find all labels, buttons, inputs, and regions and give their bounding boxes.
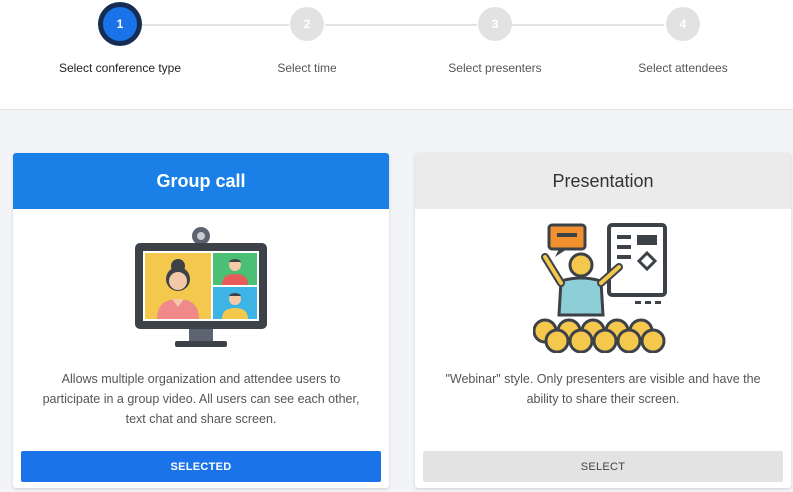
step-attendees[interactable]: 4 Select attendees — [603, 0, 763, 75]
step-label: Select conference type — [58, 61, 182, 75]
step-number: 2 — [290, 7, 324, 41]
card-title: Group call — [13, 153, 389, 209]
card-description: Allows multiple organization and attende… — [42, 372, 360, 426]
step-number: 1 — [103, 7, 137, 41]
presenter-icon — [532, 223, 673, 354]
stepper: 1 Select conference type 2 Select time 3… — [0, 0, 793, 110]
selected-button[interactable]: SELECTED — [21, 451, 381, 482]
step-label: Select presenters — [448, 61, 542, 75]
step-time[interactable]: 2 Select time — [227, 0, 387, 75]
card-title: Presentation — [415, 153, 791, 209]
step-number: 4 — [666, 7, 700, 41]
option-card-presentation[interactable]: Presentation "Webinar" style. Only prese… — [415, 153, 791, 488]
step-presenters[interactable]: 3 Select presenters — [415, 0, 575, 75]
card-description: "Webinar" style. Only presenters are vis… — [445, 372, 761, 406]
step-label: Select time — [277, 61, 337, 75]
video-conference-icon — [131, 223, 271, 353]
step-label: Select attendees — [638, 61, 728, 75]
step-conference-type[interactable]: 1 Select conference type — [40, 0, 200, 75]
select-button[interactable]: SELECT — [423, 451, 783, 482]
step-number: 3 — [478, 7, 512, 41]
option-card-group-call[interactable]: Group call Allows multiple organization … — [13, 153, 389, 488]
